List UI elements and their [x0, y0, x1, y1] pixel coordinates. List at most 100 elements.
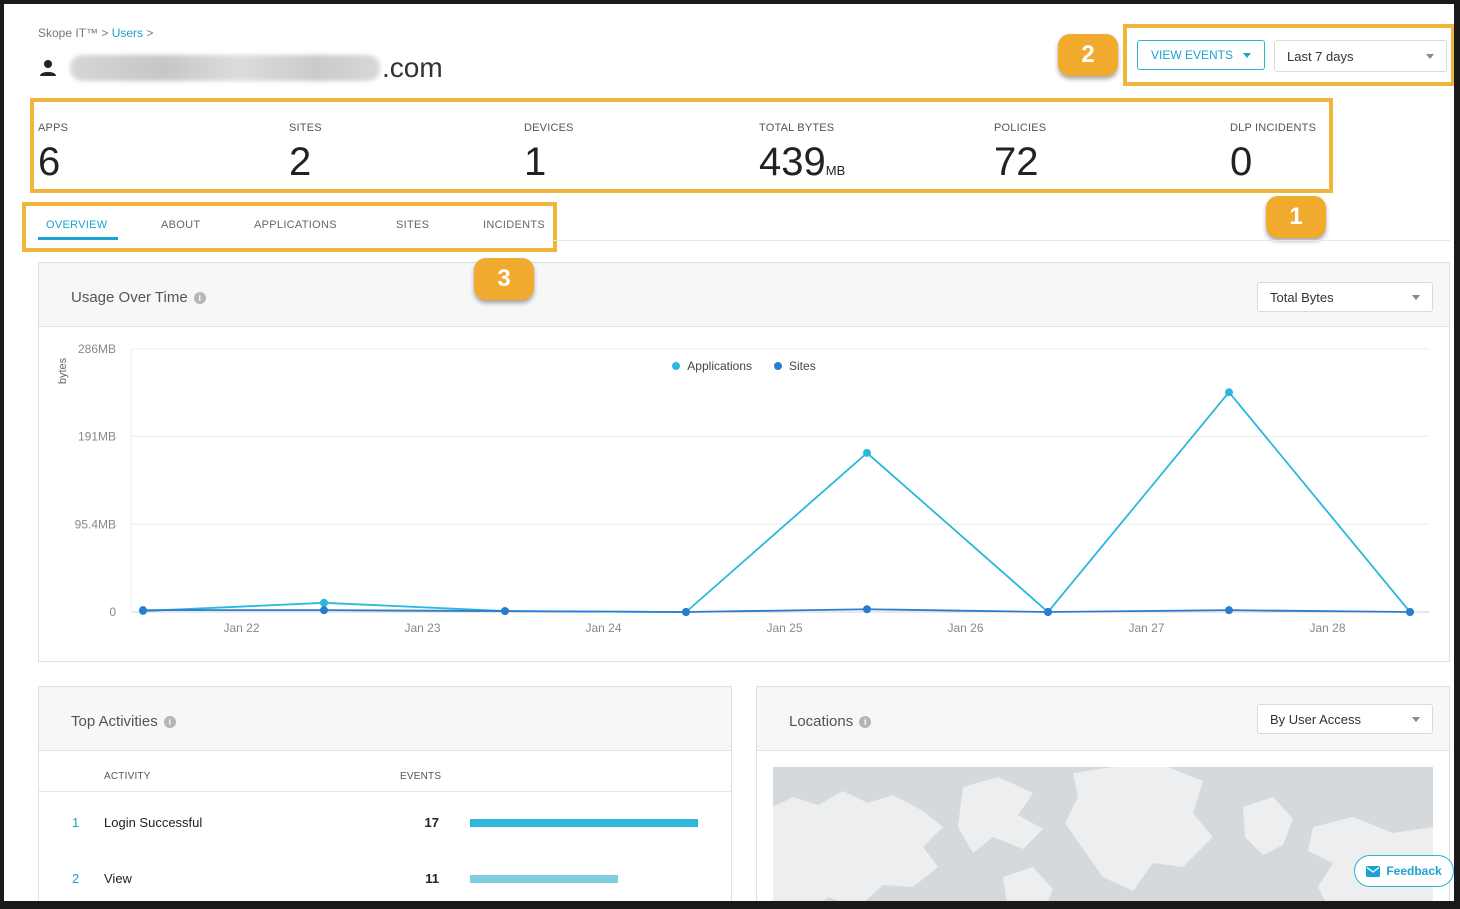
stat-total-bytes-value: 439: [759, 140, 826, 184]
time-range-select[interactable]: Last 7 days: [1274, 40, 1447, 72]
tab-sites[interactable]: SITES: [396, 219, 429, 231]
page-title: .com: [38, 50, 443, 86]
locations-card: Locations i By User Access: [756, 686, 1450, 901]
stat-apps-label: APPS: [38, 122, 69, 134]
data-point-sites[interactable]: [863, 605, 871, 614]
mail-icon: [1366, 865, 1381, 877]
legend-swatch-sites: [774, 362, 783, 370]
person-icon: [40, 60, 56, 76]
usage-card-header: [39, 263, 1449, 327]
y-tick-labels: 0 95.4MB 191MB 286MB: [75, 342, 117, 619]
row-events: 17: [424, 815, 439, 830]
x-tick-labels: Jan 22 Jan 23 Jan 24 Jan 25 Jan 26 Jan 27 Jan …: [223, 621, 1345, 635]
locations-title-text: Locations: [789, 713, 854, 730]
breadcrumb-root: Skope IT™ >: [38, 26, 109, 40]
breadcrumb-separator: >: [146, 26, 154, 40]
stat-policies-value: 72: [994, 140, 1039, 184]
y-tick-label: 0: [109, 605, 116, 619]
stat-dlp-incidents-label: DLP INCIDENTS: [1230, 122, 1317, 134]
stat-total-bytes-unit: MB: [825, 163, 846, 178]
info-icon[interactable]: i: [163, 715, 176, 728]
data-point-sites[interactable]: [501, 607, 509, 616]
view-events-label: VIEW EVENTS: [1150, 48, 1233, 62]
tab-applications[interactable]: APPLICATIONS: [254, 219, 337, 231]
usage-metric-value: Total Bytes: [1270, 289, 1334, 305]
info-icon[interactable]: i: [193, 291, 206, 304]
data-point-sites[interactable]: [1044, 608, 1052, 616]
data-point-sites[interactable]: [139, 606, 147, 615]
breadcrumb: Skope IT™ > Users >: [38, 26, 153, 40]
tab-about[interactable]: ABOUT: [161, 219, 200, 231]
row-rank: 2: [72, 871, 80, 886]
legend-label-applications: Applications: [687, 359, 753, 373]
table-row[interactable]: 2 View 11: [39, 861, 731, 899]
feedback-label: Feedback: [1386, 864, 1442, 878]
stat-total-bytes-label: TOTAL BYTES: [759, 122, 835, 134]
data-point-sites[interactable]: [682, 608, 690, 616]
table-divider: [39, 791, 731, 792]
feedback-button[interactable]: Feedback: [1354, 855, 1454, 887]
legend-swatch-applications: [672, 362, 681, 370]
tabs-divider: [552, 240, 1450, 241]
stat-dlp-incidents-value: 0: [1230, 140, 1253, 184]
x-tick-label: Jan 25: [766, 621, 802, 635]
data-point-sites[interactable]: [1225, 606, 1233, 615]
stat-devices-label: DEVICES: [524, 122, 574, 134]
row-activity: Login Successful: [104, 815, 203, 830]
y-grid: [130, 348, 1429, 613]
row-events: 11: [425, 871, 439, 886]
callout-badge-2: 2: [1058, 34, 1118, 76]
top-activities-title: Top Activities i: [71, 713, 176, 730]
legend-item-applications[interactable]: Applications: [672, 359, 752, 373]
data-point-sites[interactable]: [320, 606, 328, 615]
info-icon[interactable]: i: [859, 715, 872, 728]
column-header-events: EVENTS: [400, 771, 442, 782]
redacted-email: [70, 55, 380, 81]
usage-card-title-text: Usage Over Time: [71, 289, 188, 306]
callout-badge-3: 3: [474, 258, 534, 300]
stat-sites-label: SITES: [289, 122, 322, 134]
y-tick-label: 95.4MB: [75, 517, 116, 531]
usage-over-time-card: Usage Over Time i Total Bytes 0 95.4MB 191…: [38, 262, 1450, 662]
locations-title: Locations i: [789, 713, 872, 730]
data-point-sites[interactable]: [1406, 608, 1414, 616]
tab-incidents[interactable]: INCIDENTS: [483, 219, 545, 231]
row-event-bar: [470, 819, 698, 827]
data-point-applications[interactable]: [863, 448, 871, 457]
data-point-applications[interactable]: [320, 598, 328, 607]
highlight-stats: [30, 98, 1333, 193]
x-tick-label: Jan 27: [1128, 621, 1164, 635]
stat-policies-label: POLICIES: [994, 122, 1047, 134]
chevron-down-icon: [1243, 52, 1251, 58]
series-line-applications: [142, 390, 1411, 614]
breadcrumb-users-link[interactable]: Users: [112, 26, 143, 40]
chevron-down-icon: [1426, 54, 1434, 59]
row-activity: View: [104, 871, 132, 886]
chart-legend: Applications Sites: [39, 359, 1449, 373]
locations-map[interactable]: [773, 767, 1433, 901]
tab-active-indicator: [38, 237, 118, 240]
view-events-button[interactable]: VIEW EVENTS: [1137, 40, 1265, 70]
time-range-value: Last 7 days: [1287, 48, 1354, 64]
stat-devices-value: 1: [524, 140, 547, 184]
y-tick-label: 286MB: [78, 342, 116, 356]
row-rank: 1: [72, 815, 80, 830]
top-activities-card: Top Activities i ACTIVITY EVENTS 1 Login…: [38, 686, 732, 901]
chevron-down-icon: [1412, 717, 1420, 722]
series-layer: [139, 388, 1414, 616]
tab-overview[interactable]: OVERVIEW: [46, 219, 108, 231]
column-header-activity: ACTIVITY: [104, 771, 151, 782]
data-point-applications[interactable]: [1225, 388, 1233, 397]
legend-item-sites[interactable]: Sites: [774, 359, 816, 373]
app-window: Skope IT™ > Users > .com 2 VIEW EVENTS L…: [4, 4, 1454, 901]
locations-select[interactable]: By User Access: [1257, 704, 1433, 734]
x-tick-label: Jan 28: [1309, 621, 1345, 635]
usage-metric-select[interactable]: Total Bytes: [1257, 282, 1433, 312]
top-activities-title-text: Top Activities: [71, 713, 158, 730]
usage-card-title: Usage Over Time i: [71, 289, 206, 306]
usage-line-chart: 0 95.4MB 191MB 286MB Jan 22 Jan 23 Jan 24 Jan …: [57, 342, 1429, 635]
legend-label-sites: Sites: [789, 359, 816, 373]
table-row[interactable]: 1 Login Successful 17: [39, 805, 731, 843]
locations-select-value: By User Access: [1270, 711, 1362, 727]
y-tick-label: 191MB: [78, 429, 116, 443]
